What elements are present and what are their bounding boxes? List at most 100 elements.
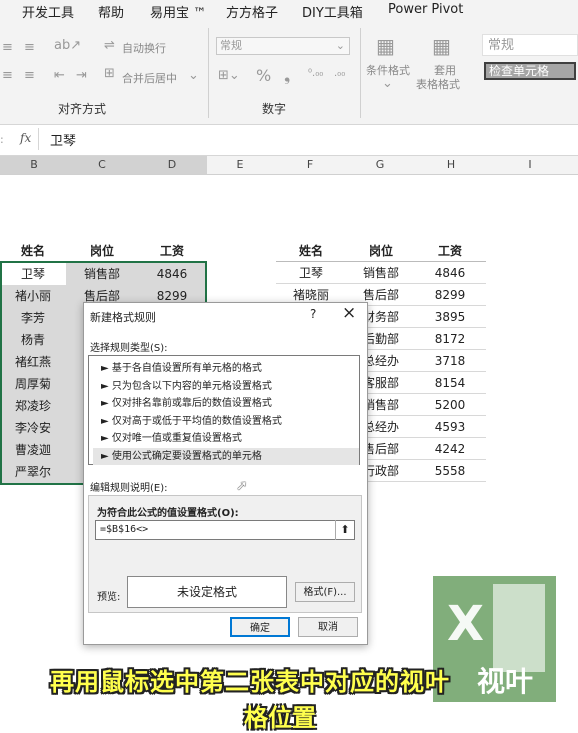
merge-center-button[interactable]: 合并后居中 bbox=[122, 70, 177, 86]
dialog-title: 新建格式规则 bbox=[90, 311, 156, 324]
wrap-text-button[interactable]: 自动换行 bbox=[122, 40, 166, 56]
rule-type-item[interactable]: ► 基于各自值设置所有单元格的格式 bbox=[93, 360, 359, 377]
align-center-icon[interactable]: ≡ bbox=[24, 68, 35, 83]
formula-bar: : fx 卫琴 bbox=[0, 125, 578, 156]
number-format-select[interactable]: 常规 ⌄ bbox=[216, 37, 350, 55]
cancel-entry-icon[interactable]: : bbox=[0, 133, 8, 146]
style-check-cell[interactable]: 检查单元格 bbox=[484, 62, 576, 80]
table-format-label-2[interactable]: 表格格式 bbox=[416, 76, 460, 92]
table-cell[interactable]: 4242 bbox=[416, 438, 484, 460]
table-header-name: 姓名 bbox=[20, 244, 45, 258]
table-cell[interactable]: 4846 bbox=[138, 263, 206, 285]
group-number-label: 数字 bbox=[262, 102, 287, 116]
table-cell[interactable]: 卫琴 bbox=[276, 262, 346, 284]
increase-decimal-icon[interactable]: ⁰.₀₀ bbox=[308, 68, 323, 79]
decrease-decimal-icon[interactable]: .₀₀ bbox=[334, 68, 345, 79]
rule-type-item[interactable]: ► 只为包含以下内容的单元格设置格式 bbox=[93, 378, 359, 395]
close-icon[interactable]: × bbox=[342, 303, 356, 323]
column-g-header[interactable]: G bbox=[370, 158, 390, 171]
subtitle-line-2: 格位置 bbox=[244, 704, 316, 732]
merge-icon[interactable]: ⊞ bbox=[104, 66, 115, 81]
column-e-header[interactable]: E bbox=[230, 158, 250, 171]
table-format-icon[interactable]: ▦ bbox=[432, 34, 451, 58]
table-cell[interactable]: 销售部 bbox=[346, 262, 416, 284]
align-top-icon[interactable]: ≡ bbox=[2, 40, 13, 55]
collapse-dialog-icon[interactable]: ⬆ bbox=[335, 520, 354, 540]
table-header-position: 岗位 bbox=[89, 244, 114, 258]
column-d-header[interactable]: D bbox=[162, 158, 182, 171]
ribbon-divider bbox=[208, 28, 209, 118]
table-cell[interactable]: 卫琴 bbox=[0, 263, 66, 285]
table-cell[interactable]: 销售部 bbox=[66, 263, 138, 285]
divider bbox=[38, 128, 39, 150]
orientation-icon[interactable]: ab↗ bbox=[54, 38, 81, 53]
style-normal[interactable]: 常规 bbox=[482, 34, 578, 56]
table-cell[interactable]: 3718 bbox=[416, 350, 484, 372]
subtitle-line-1: 再用鼠标选中第二张表中对应的视叶 bbox=[50, 668, 450, 696]
chevron-down-icon[interactable]: ⌄ bbox=[188, 68, 199, 83]
rule-type-item[interactable]: ► 仅对排名靠前或靠后的数值设置格式 bbox=[93, 395, 359, 412]
column-c-header[interactable]: C bbox=[92, 158, 112, 171]
column-header-bar: B C D E F G H I bbox=[0, 156, 578, 175]
excel-x-icon: X bbox=[447, 596, 485, 652]
table-cell[interactable]: 杨青 bbox=[0, 329, 66, 351]
rule-type-item[interactable]: ► 仅对高于或低于平均值的数值设置格式 bbox=[93, 413, 359, 430]
select-rule-type-label: 选择规则类型(S): bbox=[90, 343, 168, 354]
table-header-position: 岗位 bbox=[368, 244, 393, 258]
tab-easy-tools[interactable]: 易用宝 ™ bbox=[150, 2, 206, 21]
column-h-header[interactable]: H bbox=[441, 158, 461, 171]
table-cell[interactable]: 8172 bbox=[416, 328, 484, 350]
align-left-icon[interactable]: ≡ bbox=[2, 68, 13, 83]
table-header-salary: 工资 bbox=[159, 244, 184, 258]
align-middle-icon[interactable]: ≡ bbox=[24, 40, 35, 55]
table-cell[interactable]: 李冷安 bbox=[0, 417, 66, 439]
table-cell[interactable]: 8154 bbox=[416, 372, 484, 394]
tab-power-pivot[interactable]: Power Pivot bbox=[388, 2, 463, 17]
tab-help[interactable]: 帮助 bbox=[98, 2, 124, 21]
column-b-header[interactable]: B bbox=[24, 158, 44, 171]
edit-rule-panel: 为符合此公式的值设置格式(O): =$B$16<> ⬆ 预览: 未设定格式 格式… bbox=[88, 495, 362, 613]
table-cell[interactable]: 曹凌迦 bbox=[0, 439, 66, 461]
format-button[interactable]: 格式(F)... bbox=[295, 582, 355, 602]
rule-type-item[interactable]: ► 仅对唯一值或重复值设置格式 bbox=[93, 430, 359, 447]
table-cell[interactable]: 褚红燕 bbox=[0, 351, 66, 373]
column-f-header[interactable]: F bbox=[300, 158, 320, 171]
ribbon: 开发工具 帮助 易用宝 ™ 方方格子 DIY工具箱 Power Pivot ≡ … bbox=[0, 0, 578, 125]
edit-rule-label: 编辑规则说明(E): bbox=[90, 483, 168, 494]
table-cell[interactable]: 5558 bbox=[416, 460, 484, 482]
rule-type-item[interactable]: ► 使用公式确定要设置格式的单元格 bbox=[93, 447, 359, 465]
wrap-text-icon[interactable]: ⇌ bbox=[104, 38, 115, 53]
table-cell[interactable]: 严翠尔 bbox=[0, 461, 66, 483]
table-cell[interactable]: 8299 bbox=[416, 284, 484, 306]
table-cell[interactable]: 李芳 bbox=[0, 307, 66, 329]
table-header-salary: 工资 bbox=[437, 244, 462, 258]
tab-diy-toolbox[interactable]: DIY工具箱 bbox=[302, 2, 363, 21]
fx-icon[interactable]: fx bbox=[20, 131, 31, 145]
conditional-format-icon[interactable]: ▦ bbox=[376, 34, 395, 58]
help-icon[interactable]: ? bbox=[310, 307, 316, 321]
table-cell[interactable]: 3895 bbox=[416, 306, 484, 328]
formula-input[interactable]: =$B$16<> ⬆ bbox=[95, 520, 355, 540]
increase-indent-icon[interactable]: ⇥ bbox=[76, 68, 87, 83]
ok-button[interactable]: 确定 bbox=[230, 617, 290, 637]
tab-fangfang[interactable]: 方方格子 bbox=[226, 2, 278, 21]
formula-label: 为符合此公式的值设置格式(O): bbox=[97, 508, 239, 519]
tab-developer[interactable]: 开发工具 bbox=[22, 2, 74, 21]
column-i-header[interactable]: I bbox=[520, 158, 540, 171]
new-format-rule-dialog: 新建格式规则 ? × 选择规则类型(S): ► 基于各自值设置所有单元格的格式 ►… bbox=[83, 302, 368, 645]
cancel-button[interactable]: 取消 bbox=[298, 617, 358, 637]
table-cell[interactable]: 5200 bbox=[416, 394, 484, 416]
comma-icon[interactable]: ❟ bbox=[284, 66, 290, 86]
chevron-down-icon: ⌄ bbox=[335, 39, 345, 52]
table-cell[interactable]: 褚小丽 bbox=[0, 285, 66, 307]
table-cell[interactable]: 周厚菊 bbox=[0, 373, 66, 395]
percent-icon[interactable]: % bbox=[256, 66, 271, 85]
table-cell[interactable]: 4846 bbox=[416, 262, 484, 284]
preview-label: 预览: bbox=[97, 592, 121, 603]
decrease-indent-icon[interactable]: ⇤ bbox=[54, 68, 65, 83]
formula-input[interactable]: 卫琴 bbox=[50, 130, 76, 149]
table-cell[interactable]: 4593 bbox=[416, 416, 484, 438]
currency-icon[interactable]: ⊞⌄ bbox=[218, 68, 240, 83]
sheet-shape bbox=[493, 584, 545, 672]
table-cell[interactable]: 郑凌珍 bbox=[0, 395, 66, 417]
